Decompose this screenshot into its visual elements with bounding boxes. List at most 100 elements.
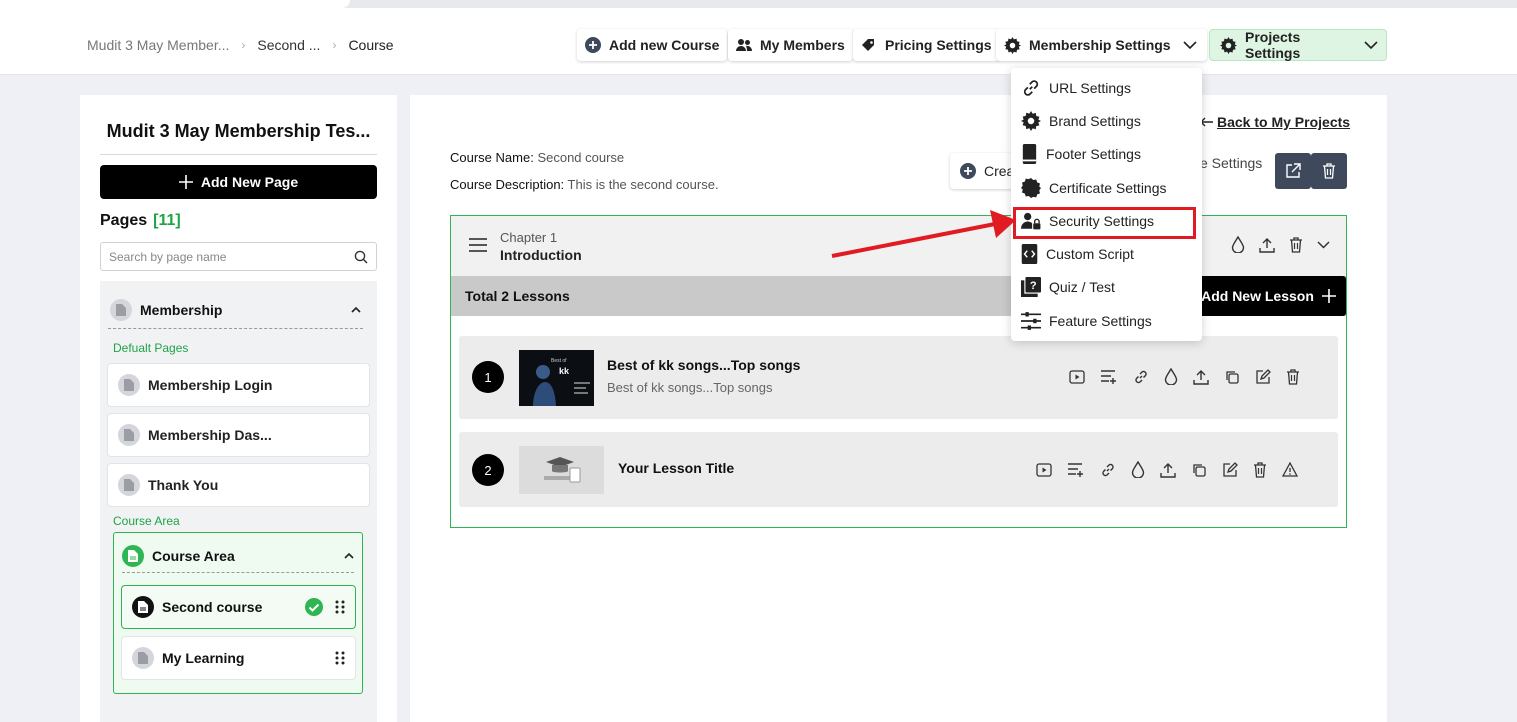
drag-handle-icon[interactable] — [335, 651, 345, 665]
browser-tab-strip — [0, 0, 1517, 8]
external-link-icon — [1285, 163, 1301, 179]
copy-icon[interactable] — [1191, 462, 1207, 478]
chevron-right-icon: › — [241, 38, 246, 52]
breadcrumb-course[interactable]: Second ... — [257, 37, 320, 53]
course-area-header[interactable]: Course Area — [122, 539, 354, 573]
page-icon — [110, 298, 132, 321]
add-new-page-button[interactable]: Add New Page — [100, 165, 377, 199]
membership-settings-label: Membership Settings — [1029, 37, 1171, 53]
course-item-second-course[interactable]: Second course — [121, 585, 356, 629]
project-title: Mudit 3 May Membership Tes... — [100, 121, 377, 155]
copy-icon[interactable] — [1224, 369, 1240, 385]
open-external-button[interactable] — [1275, 153, 1311, 189]
lesson-title: Your Lesson Title — [618, 460, 735, 476]
lesson-row[interactable]: 1 Best of kk Best of kk songs...Top song… — [459, 336, 1338, 419]
thumbnail-image: Best of kk — [519, 350, 594, 406]
drip-icon[interactable] — [1131, 461, 1145, 478]
plus-circle-icon — [585, 37, 601, 53]
menu-item-certificate-settings[interactable]: Certificate Settings — [1021, 173, 1196, 203]
upload-icon[interactable] — [1193, 369, 1209, 385]
back-to-projects-link[interactable]: Back to My Projects — [1200, 114, 1350, 130]
chevron-down-icon[interactable] — [1317, 240, 1330, 249]
course-area-group: Course Area Second course My Learning — [113, 532, 363, 694]
trash-icon[interactable] — [1289, 236, 1303, 253]
pricing-settings-button[interactable]: Pricing Settings — [853, 29, 1000, 61]
page-icon — [118, 474, 140, 496]
menu-item-footer-settings[interactable]: Footer Settings — [1021, 139, 1196, 169]
trash-icon[interactable] — [1286, 368, 1300, 385]
breadcrumb-project[interactable]: Mudit 3 May Member... — [87, 37, 229, 53]
pages-label: Pages — [100, 212, 148, 229]
drag-handle-icon[interactable] — [335, 600, 345, 614]
menu-item-quiz-test[interactable]: ? Quiz / Test — [1021, 272, 1196, 302]
chevron-up-icon[interactable] — [351, 306, 361, 313]
chapter-header[interactable]: Chapter 1 Introduction — [451, 216, 1346, 276]
drip-icon[interactable] — [1231, 236, 1245, 253]
pages-sidebar: Mudit 3 May Membership Tes... Add New Pa… — [80, 95, 397, 722]
lessons-bar: Total 2 Lessons Add New Lesson — [451, 276, 1346, 316]
footer-icon — [1021, 144, 1038, 164]
chapter-number: Chapter 1 — [500, 230, 558, 245]
my-members-button[interactable]: My Members — [728, 29, 853, 61]
lesson-actions — [1036, 461, 1298, 478]
lesson-title: Best of kk songs...Top songs — [607, 357, 801, 373]
playlist-add-icon[interactable] — [1100, 369, 1118, 385]
gear-icon — [1004, 36, 1021, 54]
add-new-lesson-button[interactable]: Add New Lesson — [1191, 276, 1346, 316]
browser-tab[interactable] — [0, 0, 350, 8]
gear-icon — [1220, 36, 1237, 54]
link-icon[interactable] — [1100, 462, 1116, 478]
pages-count: [11] — [153, 212, 181, 229]
playlist-add-icon[interactable] — [1067, 462, 1085, 478]
upload-icon[interactable] — [1259, 237, 1275, 253]
course-description-value: This is the second course. — [567, 177, 719, 192]
page-item-label: Thank You — [148, 477, 219, 493]
menu-item-feature-settings[interactable]: Feature Settings — [1021, 306, 1196, 336]
default-pages-label: Defualt Pages — [113, 341, 189, 355]
lesson-actions — [1069, 368, 1300, 385]
gear-icon — [1021, 111, 1041, 131]
lesson-row[interactable]: 2 Your Lesson Title — [459, 432, 1338, 507]
course-item-my-learning[interactable]: My Learning — [121, 636, 356, 680]
pricing-settings-label: Pricing Settings — [885, 37, 992, 53]
membership-group-header[interactable]: Membership — [108, 291, 363, 329]
membership-settings-button[interactable]: Membership Settings — [996, 29, 1207, 61]
hamburger-icon[interactable] — [469, 238, 487, 252]
menu-item-url-settings[interactable]: URL Settings — [1021, 73, 1196, 103]
users-icon — [736, 38, 752, 52]
video-icon[interactable] — [1069, 369, 1085, 384]
lesson-number: 2 — [472, 454, 504, 486]
lesson-thumbnail: Best of kk — [519, 350, 594, 406]
drip-icon[interactable] — [1164, 368, 1178, 385]
video-icon[interactable] — [1036, 462, 1052, 477]
add-new-course-button[interactable]: Add new Course — [577, 29, 728, 61]
page-item-membership-dashboard[interactable]: Membership Das... — [107, 413, 370, 457]
projects-settings-button[interactable]: Projects Settings — [1209, 29, 1387, 61]
course-item-label: My Learning — [162, 650, 245, 666]
breadcrumb: Mudit 3 May Member... › Second ... › Cou… — [87, 37, 394, 53]
chevron-down-icon — [1364, 40, 1378, 50]
upload-icon[interactable] — [1160, 462, 1176, 478]
warning-icon[interactable] — [1282, 462, 1298, 477]
page-search-input[interactable] — [109, 249, 354, 264]
course-settings-button-label[interactable]: e Settings — [1200, 155, 1262, 171]
membership-settings-dropdown: URL Settings Brand Settings Footer Setti… — [1011, 68, 1202, 341]
chevron-up-icon[interactable] — [344, 552, 354, 559]
document-icon — [132, 596, 154, 618]
edit-icon[interactable] — [1222, 461, 1238, 478]
menu-item-label: URL Settings — [1049, 80, 1131, 96]
menu-item-custom-script[interactable]: Custom Script — [1021, 239, 1196, 269]
page-item-membership-login[interactable]: Membership Login — [107, 363, 370, 407]
link-icon[interactable] — [1133, 369, 1149, 385]
certificate-badge-icon — [1021, 178, 1041, 198]
search-icon[interactable] — [354, 250, 368, 264]
menu-item-brand-settings[interactable]: Brand Settings — [1021, 106, 1196, 136]
edit-icon[interactable] — [1255, 368, 1271, 385]
lesson-thumbnail-placeholder — [519, 446, 604, 494]
delete-course-button[interactable] — [1311, 153, 1347, 189]
tag-icon — [861, 37, 877, 53]
menu-item-label: Quiz / Test — [1049, 279, 1115, 295]
trash-icon[interactable] — [1253, 461, 1267, 478]
back-to-projects-label: Back to My Projects — [1217, 114, 1351, 130]
page-item-thank-you[interactable]: Thank You — [107, 463, 370, 507]
